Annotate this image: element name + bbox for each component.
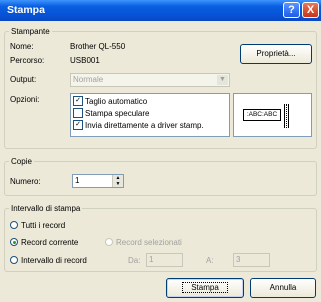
output-select-value: Normale bbox=[73, 75, 104, 84]
copies-group: Copie bbox=[4, 157, 317, 196]
option-send-to-driver[interactable]: ✓ Invia direttamente a driver stamp. bbox=[73, 120, 204, 132]
radio-current-record[interactable]: Record corrente bbox=[10, 237, 78, 247]
output-select[interactable]: Normale ▼ bbox=[70, 73, 230, 87]
range-to-label: A: bbox=[206, 256, 214, 265]
range-to-input[interactable]: 3 bbox=[233, 253, 270, 267]
radio-off-icon[interactable] bbox=[10, 255, 18, 264]
close-icon[interactable]: X bbox=[302, 2, 319, 18]
printer-name-value: Brother QL-550 bbox=[70, 42, 126, 51]
option-auto-cut[interactable]: ✓ Taglio automatico bbox=[73, 96, 147, 108]
cancel-button[interactable]: Annulla bbox=[250, 278, 316, 298]
copies-number-value: 1 bbox=[75, 176, 80, 185]
radio-selected-records[interactable]: Record selezionati bbox=[105, 237, 182, 247]
preview-label-text: :ABC:ABC bbox=[243, 109, 281, 121]
output-label: Output: bbox=[10, 75, 37, 84]
options-list: ✓ Taglio automatico Stampa speculare ✓ Inv… bbox=[70, 93, 230, 137]
print-dialog: Stampa ? X Stampante Nome: Brother QL-55… bbox=[0, 0, 321, 302]
radio-on-icon[interactable] bbox=[10, 237, 18, 246]
print-button-label: Stampa bbox=[182, 282, 228, 293]
copies-spinbox[interactable]: 1 ▲ ▼ bbox=[72, 174, 124, 188]
checkbox-checked-icon[interactable]: ✓ bbox=[73, 120, 83, 130]
range-from-label: Da: bbox=[128, 256, 141, 265]
copies-group-legend: Copie bbox=[11, 157, 32, 166]
properties-button-label: Proprietà... bbox=[256, 49, 296, 58]
radio-off-icon[interactable] bbox=[105, 237, 113, 246]
help-icon[interactable]: ? bbox=[283, 2, 300, 18]
window-title: Stampa bbox=[7, 4, 45, 16]
label-preview: :ABC:ABC bbox=[233, 93, 312, 137]
print-button[interactable]: Stampa bbox=[166, 278, 244, 298]
radio-all-records[interactable]: Tutti i record bbox=[10, 220, 65, 230]
scissors-icon bbox=[286, 104, 289, 128]
checkbox-checked-icon[interactable]: ✓ bbox=[73, 96, 83, 106]
cut-line bbox=[284, 104, 285, 128]
printer-group-legend: Stampante bbox=[11, 27, 50, 36]
print-range-legend: Intervallo di stampa bbox=[11, 204, 81, 213]
checkbox-unchecked-icon[interactable] bbox=[73, 108, 83, 118]
copies-number-label: Numero: bbox=[10, 177, 41, 186]
option-mirror-print[interactable]: Stampa speculare bbox=[73, 108, 149, 120]
radio-record-range[interactable]: Intervallo di record bbox=[10, 255, 87, 265]
properties-button[interactable]: Proprietà... bbox=[240, 44, 312, 64]
chevron-down-icon: ▼ bbox=[217, 75, 228, 85]
title-bar[interactable]: Stampa ? X bbox=[0, 0, 321, 21]
options-label: Opzioni: bbox=[10, 95, 40, 104]
radio-off-icon[interactable] bbox=[10, 220, 18, 229]
cancel-button-label: Annulla bbox=[269, 283, 297, 292]
printer-path-label: Percorso: bbox=[10, 56, 45, 65]
spin-down-icon[interactable]: ▼ bbox=[113, 181, 123, 187]
range-from-input[interactable]: 1 bbox=[146, 253, 183, 267]
copies-spin-buttons[interactable]: ▲ ▼ bbox=[112, 175, 123, 187]
printer-name-label: Nome: bbox=[10, 42, 34, 51]
printer-path-value: USB001 bbox=[70, 56, 100, 65]
